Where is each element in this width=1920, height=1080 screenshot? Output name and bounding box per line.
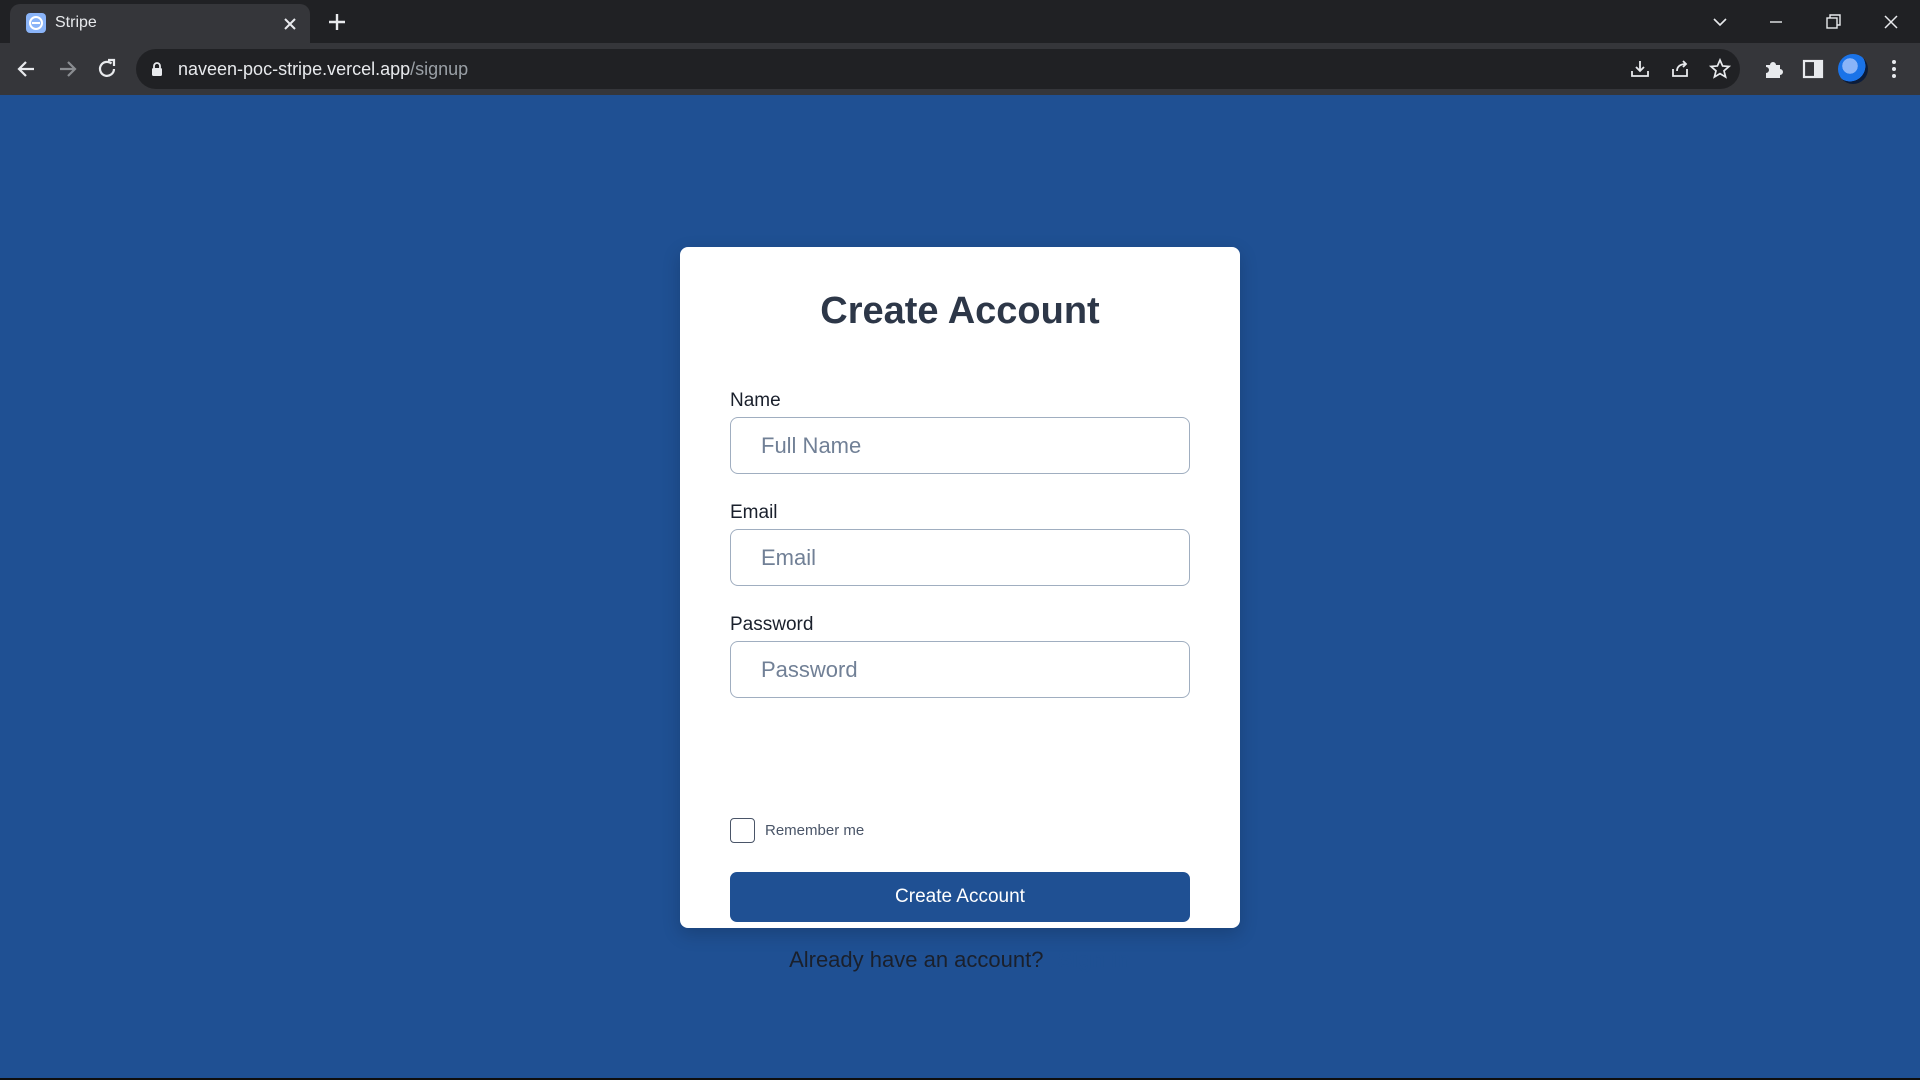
signin-link[interactable]: Sign in xyxy=(1058,947,1131,972)
share-icon[interactable] xyxy=(1668,57,1692,81)
signup-card: Create Account Name Email Password Remem… xyxy=(680,247,1240,972)
email-input[interactable] xyxy=(730,529,1190,586)
forward-arrow-icon[interactable] xyxy=(54,56,80,82)
remember-me-label: Remember me xyxy=(765,822,865,839)
star-icon[interactable] xyxy=(1708,57,1732,81)
page-background: Create Account Name Email Password Remem… xyxy=(0,95,1920,1078)
password-input[interactable] xyxy=(730,641,1190,698)
signin-prompt: Already have an account? xyxy=(789,947,1044,972)
minimize-icon[interactable] xyxy=(1762,8,1790,36)
url-text: naveen-poc-stripe.vercel.app/signup xyxy=(178,59,468,80)
page-title: Create Account xyxy=(820,290,1100,332)
name-input[interactable] xyxy=(730,417,1190,474)
tab-title: Stripe xyxy=(55,14,97,31)
lock-icon[interactable] xyxy=(150,61,164,77)
url-host: naveen-poc-stripe.vercel.app xyxy=(178,59,411,79)
close-icon[interactable] xyxy=(280,14,300,34)
restore-icon[interactable] xyxy=(1819,8,1847,36)
stripe-favicon xyxy=(26,13,46,33)
window-close-icon[interactable] xyxy=(1877,8,1905,36)
browser-tab[interactable]: Stripe xyxy=(10,4,310,43)
address-bar[interactable]: naveen-poc-stripe.vercel.app/signup xyxy=(136,49,1740,89)
remember-me-checkbox[interactable] xyxy=(730,818,755,843)
reload-icon[interactable] xyxy=(94,56,120,82)
back-arrow-icon[interactable] xyxy=(14,56,40,82)
install-icon[interactable] xyxy=(1628,57,1652,81)
puzzle-icon[interactable] xyxy=(1760,56,1786,82)
signin-row: Already have an account? Sign in xyxy=(680,947,1240,973)
profile-avatar[interactable] xyxy=(1838,54,1868,84)
chevron-down-icon[interactable] xyxy=(1706,8,1734,36)
url-path: /signup xyxy=(410,59,469,79)
create-account-button[interactable]: Create Account xyxy=(730,872,1190,922)
email-label: Email xyxy=(730,502,778,523)
kebab-menu-icon[interactable] xyxy=(1881,56,1907,82)
password-label: Password xyxy=(730,614,814,635)
browser-toolbar: naveen-poc-stripe.vercel.app/signup xyxy=(0,43,1920,95)
name-label: Name xyxy=(730,390,781,411)
side-panel-icon[interactable] xyxy=(1800,56,1826,82)
plus-icon[interactable] xyxy=(325,10,349,34)
browser-tab-strip: Stripe xyxy=(0,0,1920,43)
